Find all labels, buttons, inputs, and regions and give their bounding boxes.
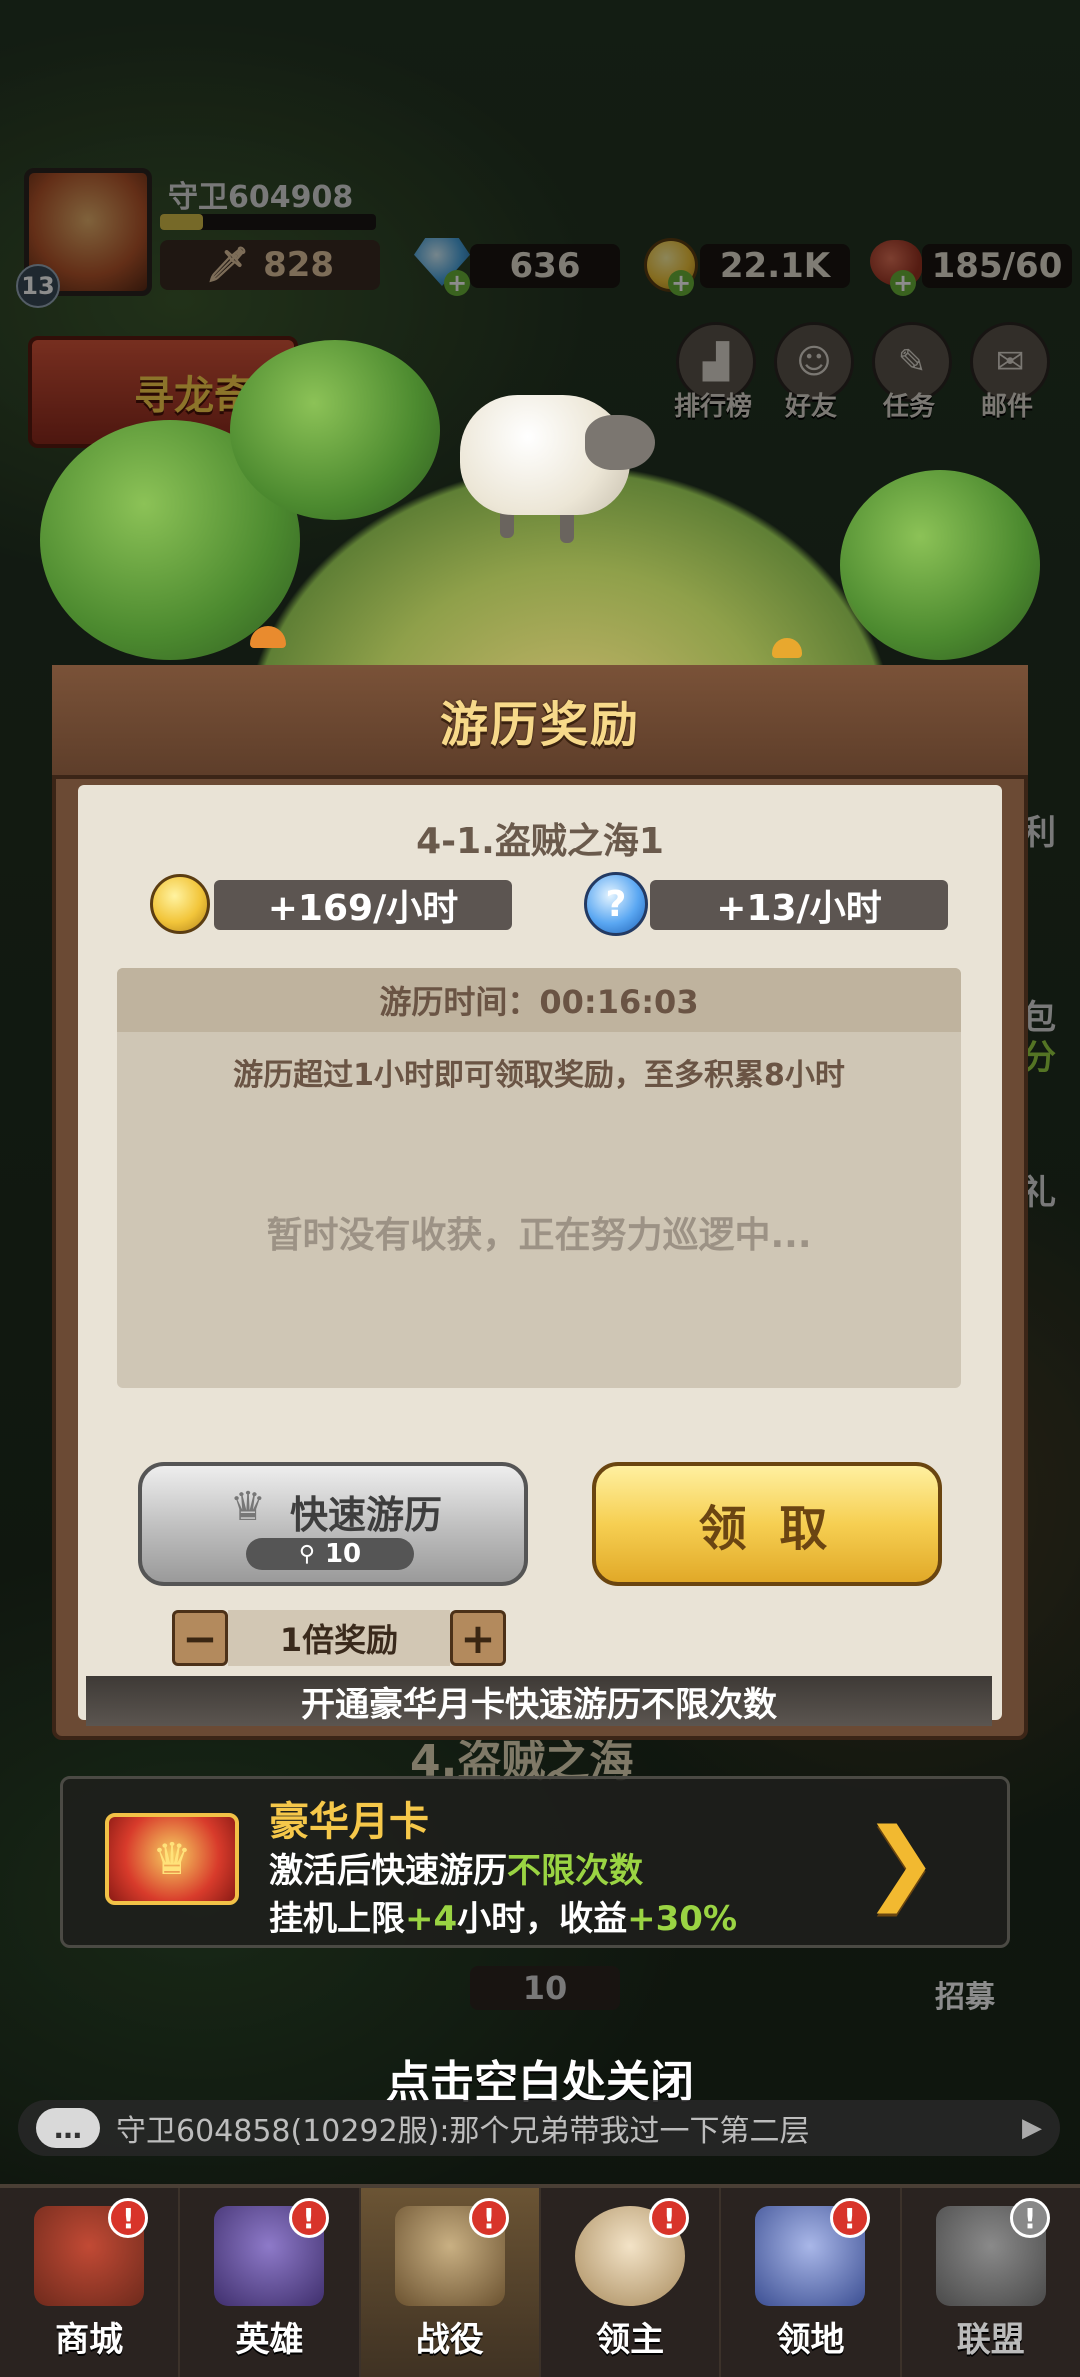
- alert-badge: !: [649, 2198, 690, 2238]
- promo-line2-bonus: +30%: [627, 1899, 738, 1939]
- gold-coin-icon: [150, 874, 210, 934]
- chat-message: 守卫604858(10292服):那个兄弟带我过一下第二层: [116, 2114, 810, 2149]
- promo-line1-prefix: 激活后快速游历: [269, 1851, 507, 1891]
- crown-icon: ♛: [230, 1484, 266, 1530]
- quick-journey-button[interactable]: ♛ 快速游历 ⚲ 10: [138, 1462, 528, 1586]
- empty-rewards-text: 暂时没有收获，正在努力巡逻中...: [266, 1215, 812, 1256]
- modal-title: 游历奖励: [439, 697, 640, 753]
- nav-campaign-label: 战役: [415, 2320, 484, 2360]
- nav-lord-label: 领主: [596, 2320, 665, 2360]
- question-mark-glyph: ?: [605, 883, 627, 925]
- nav-shop-label: 商城: [55, 2320, 124, 2360]
- chat-bar[interactable]: … 守卫604858(10292服):那个兄弟带我过一下第二层 ▶: [18, 2100, 1060, 2156]
- nav-heroes[interactable]: 英雄 !: [180, 2188, 361, 2377]
- bottom-nav: 商城 ! 英雄 ! 战役 ! 领主 ! 领地 ! 联盟 !: [0, 2184, 1080, 2377]
- quick-cost-pill: ⚲ 10: [246, 1538, 414, 1570]
- nav-territory[interactable]: 领地 !: [721, 2188, 902, 2377]
- chevron-right-icon[interactable]: ❯: [863, 1809, 938, 1914]
- nav-alliance[interactable]: 联盟 !: [902, 2188, 1080, 2377]
- alert-badge: !: [468, 2198, 509, 2238]
- quick-journey-label: 快速游历: [290, 1493, 443, 1537]
- quick-cost-value: 10: [324, 1539, 362, 1569]
- crown-card-icon: ♛: [105, 1813, 239, 1905]
- promo-line2-prefix: 挂机上限: [269, 1899, 405, 1939]
- alert-badge: !: [829, 2198, 870, 2238]
- claim-label: 领 取: [698, 1501, 836, 1557]
- monthly-card-strip: 开通豪华月卡快速游历不限次数: [86, 1676, 992, 1726]
- rule-text: 游历超过1小时即可领取奖励，至多积累8小时: [233, 1058, 845, 1093]
- nav-shop[interactable]: 商城 !: [0, 2188, 181, 2377]
- alert-badge: !: [1009, 2198, 1050, 2238]
- stage-name: 4-1.盗贼之海1: [416, 821, 664, 862]
- sheep-head: [585, 415, 655, 470]
- exp-orb-icon: ?: [584, 872, 648, 936]
- chat-expand-icon[interactable]: ▶: [1022, 2113, 1042, 2143]
- promo-line2-mid: 小时，收益: [457, 1899, 628, 1939]
- nav-alliance-label: 联盟: [956, 2320, 1025, 2360]
- luxury-monthly-card-promo[interactable]: ♛ 豪华月卡 激活后快速游历不限次数 挂机上限+4小时，收益+30% ❯: [60, 1776, 1010, 1948]
- multiplier-decrease-button[interactable]: −: [172, 1610, 228, 1666]
- nav-campaign[interactable]: 战役 !: [360, 2188, 541, 2377]
- gold-rate: +169/小时: [214, 880, 512, 930]
- modal-title-banner: 游历奖励: [52, 665, 1028, 779]
- alert-badge: !: [288, 2198, 329, 2238]
- nav-heroes-label: 英雄: [235, 2320, 304, 2360]
- multiplier-label: 1倍奖励: [228, 1610, 450, 1666]
- nav-territory-label: 领地: [776, 2320, 845, 2360]
- promo-line-1: 激活后快速游历不限次数: [269, 1843, 643, 1892]
- promo-title: 豪华月卡: [269, 1799, 429, 1845]
- multiplier-increase-button[interactable]: +: [450, 1610, 506, 1666]
- promo-line1-highlight: 不限次数: [507, 1851, 643, 1891]
- exp-rate: +13/小时: [650, 880, 948, 930]
- nav-lord[interactable]: 领主 !: [541, 2188, 722, 2377]
- meat-icon: ⚲: [298, 1541, 315, 1567]
- chat-bubble-icon: …: [36, 2108, 100, 2148]
- promo-line2-hours: +4: [405, 1899, 458, 1939]
- promo-line-2: 挂机上限+4小时，收益+30%: [269, 1891, 737, 1940]
- claim-button[interactable]: 领 取: [592, 1462, 942, 1586]
- journey-time: 游历时间：00:16:03: [117, 968, 961, 1032]
